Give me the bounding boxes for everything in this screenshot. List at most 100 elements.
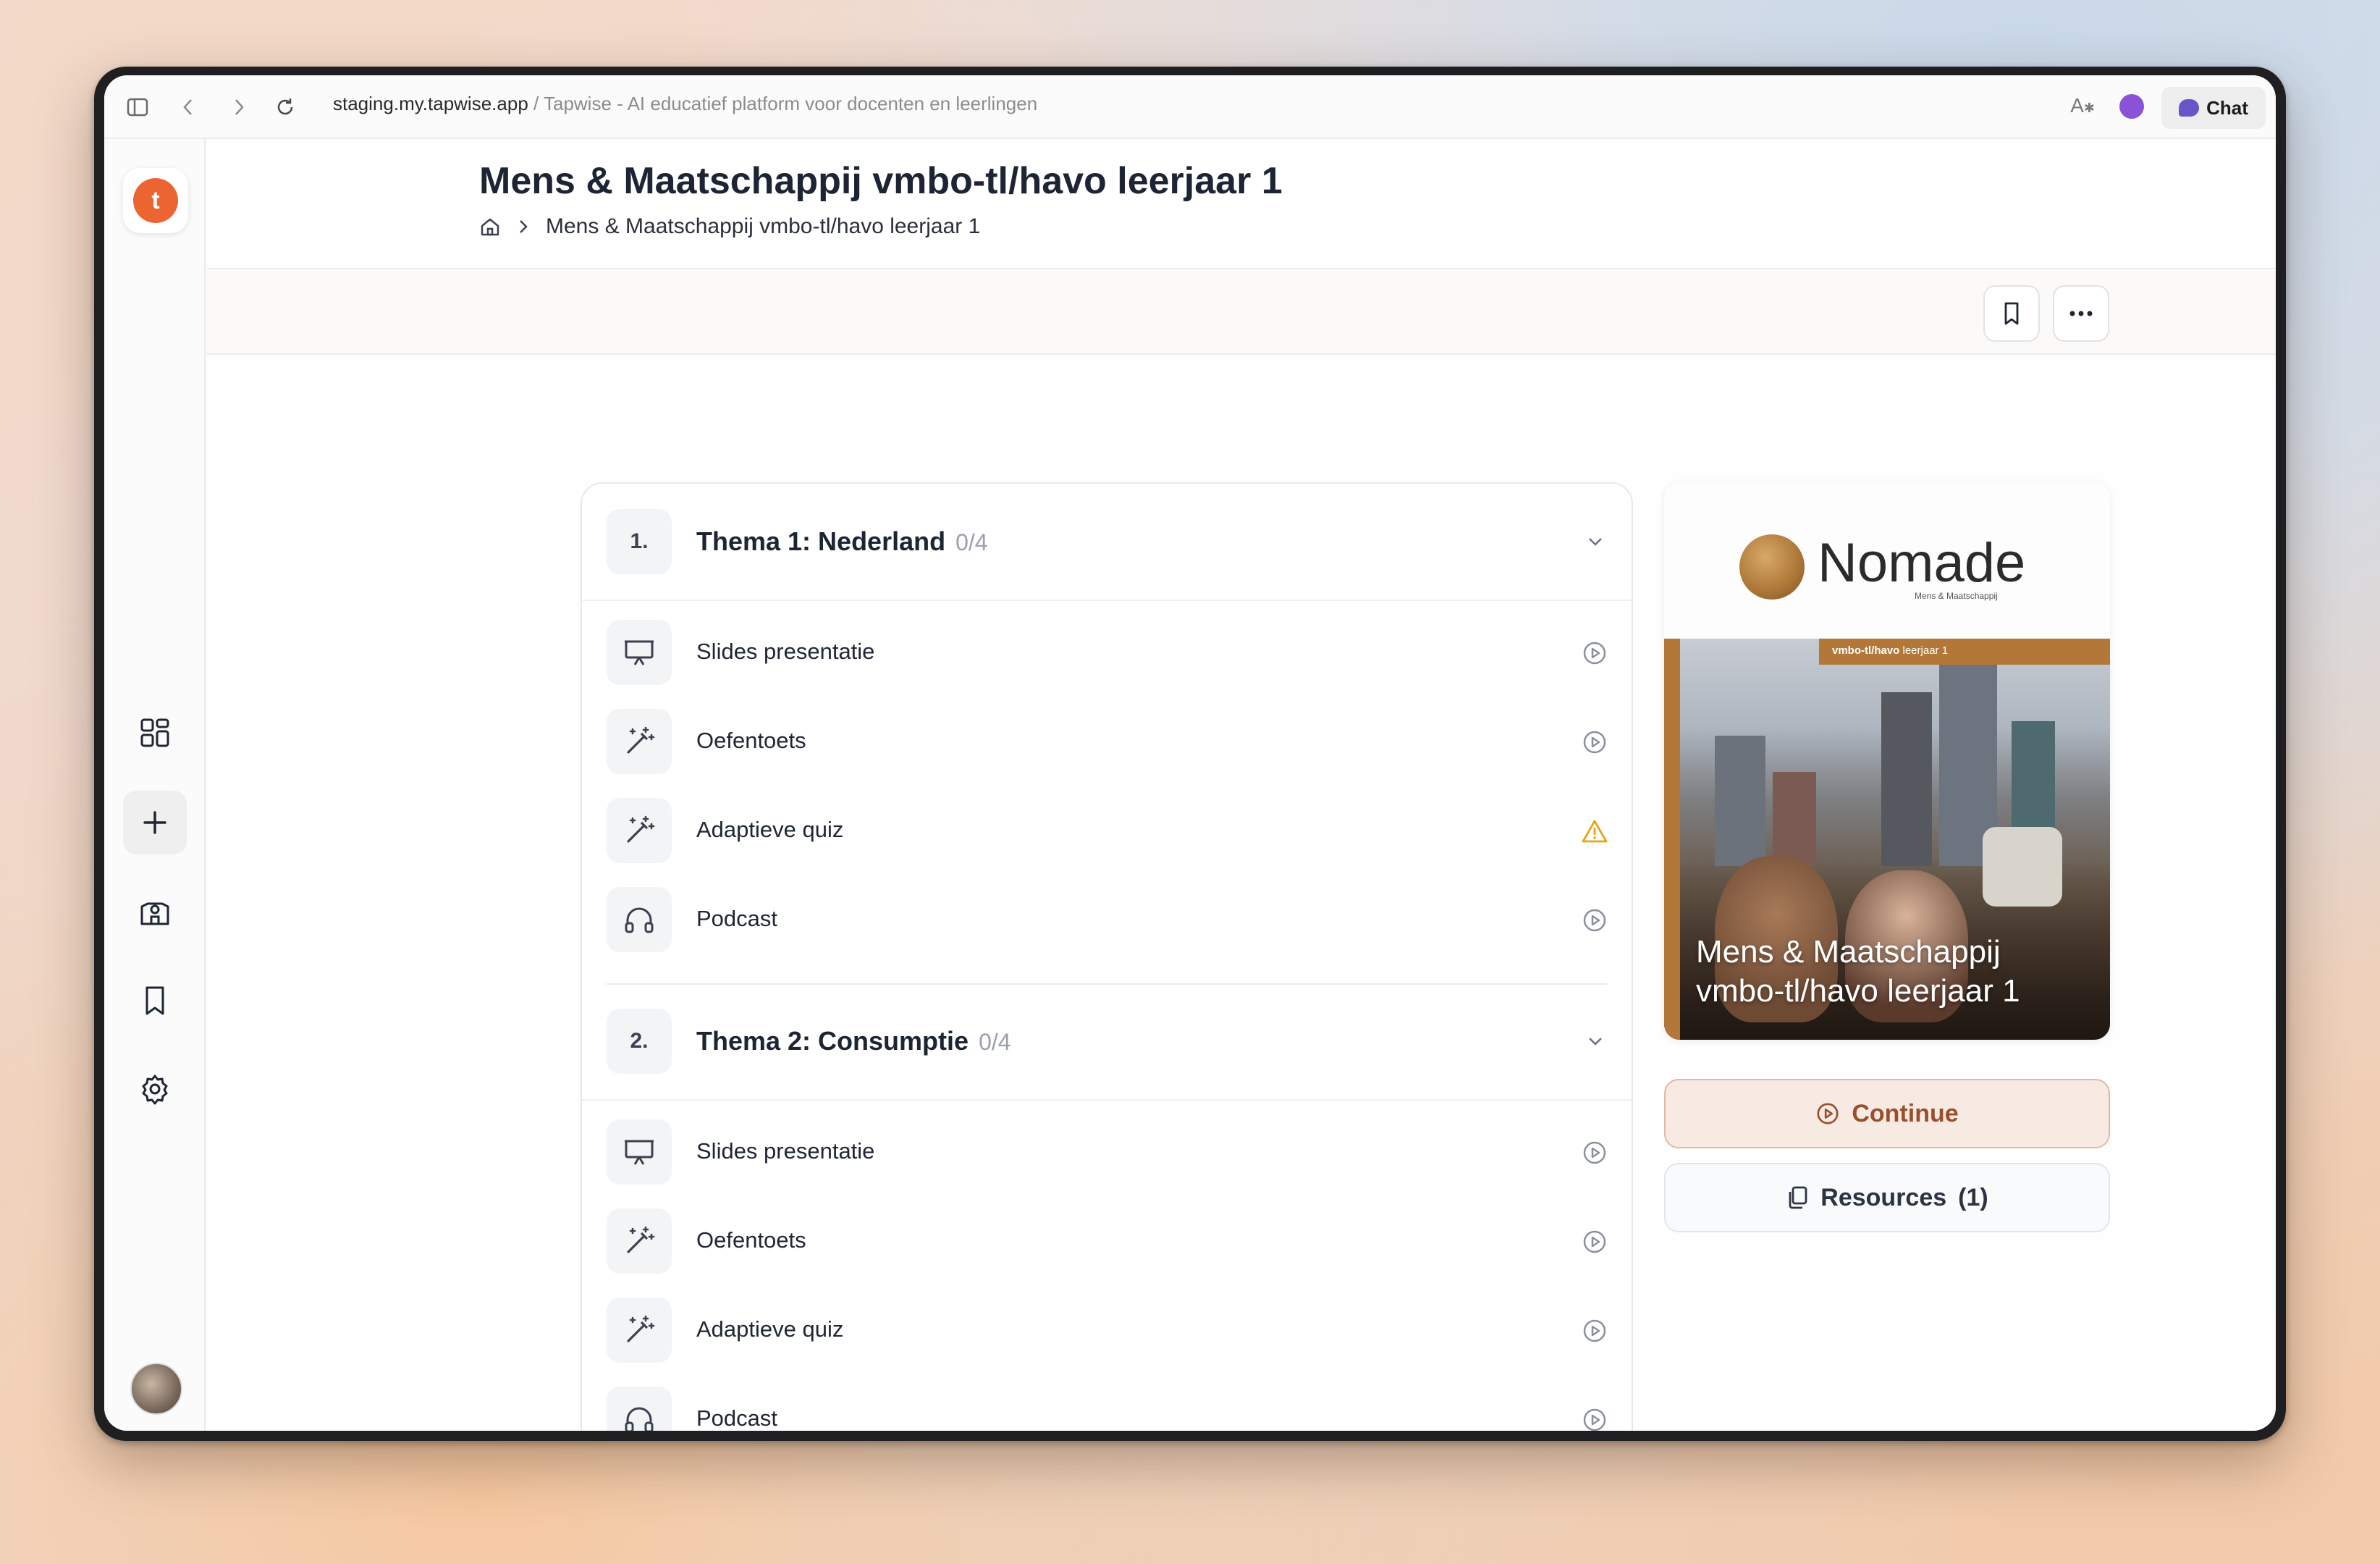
headphones-icon xyxy=(607,1387,672,1431)
chat-bubble-icon xyxy=(2179,99,2200,117)
theme-number: 2. xyxy=(607,1009,672,1074)
forward-icon[interactable] xyxy=(224,93,253,122)
item-label: Podcast xyxy=(696,1405,778,1431)
magic-wand-icon xyxy=(607,1298,672,1363)
url-separator: / xyxy=(528,93,544,114)
url-domain: staging.my.tapwise.app xyxy=(333,93,528,114)
translate-icon[interactable]: A✱ xyxy=(2070,94,2095,117)
item-label: Oefentoets xyxy=(696,728,806,753)
theme-progress: 0/4 xyxy=(979,1029,1011,1055)
browser-toolbar: staging.my.tapwise.app / Tapwise - AI ed… xyxy=(104,75,2276,139)
play-circle-icon[interactable] xyxy=(1581,639,1608,667)
list-item[interactable]: Slides presentatie xyxy=(582,608,1632,697)
address-bar[interactable]: staging.my.tapwise.app / Tapwise - AI ed… xyxy=(333,93,1037,115)
sidebar-toggle-icon[interactable] xyxy=(123,93,152,122)
breadcrumb-current[interactable]: Mens & Maatschappij vmbo-tl/havo leerjaa… xyxy=(546,214,980,239)
play-circle-icon[interactable] xyxy=(1581,1228,1608,1256)
reload-icon[interactable] xyxy=(271,93,300,122)
magic-wand-icon xyxy=(607,709,672,774)
list-item[interactable]: Podcast xyxy=(582,1375,1632,1431)
nav-settings[interactable] xyxy=(123,1057,187,1121)
cover-title: Mens & Maatschappij vmbo-tl/havo leerjaa… xyxy=(1696,934,2020,1009)
screen: staging.my.tapwise.app / Tapwise - AI ed… xyxy=(104,75,2276,1431)
list-item[interactable]: Oefentoets xyxy=(582,697,1632,786)
cover-brand: Nomade xyxy=(1818,532,2026,594)
globe-icon xyxy=(1739,534,1805,600)
chat-button[interactable]: Chat xyxy=(2161,87,2266,129)
theme-number: 1. xyxy=(607,509,672,574)
resources-label: Resources xyxy=(1820,1183,1947,1211)
home-icon[interactable] xyxy=(479,216,501,237)
theme-header[interactable]: 1. Thema 1: Nederland 0/4 xyxy=(582,484,1632,600)
item-label: Slides presentatie xyxy=(696,639,875,664)
user-avatar[interactable] xyxy=(130,1363,182,1415)
breadcrumb: Mens & Maatschappij vmbo-tl/havo leerjaa… xyxy=(479,214,980,239)
page-title: Mens & Maatschappij vmbo-tl/havo leerjaa… xyxy=(479,160,1283,202)
school-icon xyxy=(140,902,169,925)
chevron-down-icon[interactable] xyxy=(1585,534,1605,549)
warning-icon[interactable] xyxy=(1581,817,1608,845)
page-toolbar xyxy=(207,271,2276,355)
page-header: Mens & Maatschappij vmbo-tl/havo leerjaa… xyxy=(207,139,2276,269)
play-circle-icon[interactable] xyxy=(1581,1317,1608,1345)
more-options-button[interactable] xyxy=(2053,285,2109,342)
app-sidebar: t xyxy=(104,139,206,1431)
magic-wand-icon xyxy=(607,1208,672,1274)
grid-icon xyxy=(140,718,169,747)
list-item[interactable]: Oefentoets xyxy=(582,1197,1632,1286)
device-frame: staging.my.tapwise.app / Tapwise - AI ed… xyxy=(94,67,2286,1441)
url-page-title: Tapwise - AI educatief platform voor doc… xyxy=(543,93,1038,114)
nav-create[interactable] xyxy=(123,791,187,854)
gear-icon xyxy=(142,1075,168,1105)
chat-label: Chat xyxy=(2206,96,2248,119)
play-circle-icon[interactable] xyxy=(1581,907,1608,934)
magic-wand-icon xyxy=(607,798,672,863)
list-item[interactable]: Podcast xyxy=(582,875,1632,964)
item-label: Slides presentatie xyxy=(696,1138,875,1164)
item-label: Oefentoets xyxy=(696,1227,806,1253)
main-content: Mens & Maatschappij vmbo-tl/havo leerjaa… xyxy=(207,139,2276,1431)
list-item[interactable]: Adaptieve quiz xyxy=(582,1286,1632,1375)
presentation-icon xyxy=(607,1119,672,1185)
back-icon[interactable] xyxy=(174,93,203,122)
play-circle-icon[interactable] xyxy=(1581,728,1608,756)
book-cover[interactable]: Nomade Mens & Maatschappij vmbo-tl/havo … xyxy=(1664,482,2110,1040)
nav-dashboard[interactable] xyxy=(123,701,187,765)
continue-button[interactable]: Continue xyxy=(1664,1079,2110,1148)
list-item[interactable]: Adaptieve quiz xyxy=(582,786,1632,875)
cover-brand-sub: Mens & Maatschappij xyxy=(1915,591,1998,601)
theme-progress: 0/4 xyxy=(955,529,988,555)
item-label: Podcast xyxy=(696,906,778,931)
copy-icon xyxy=(1789,1186,1807,1209)
tapwise-logo-icon: t xyxy=(133,178,178,223)
play-circle-icon[interactable] xyxy=(1581,1406,1608,1431)
resources-count: (1) xyxy=(1958,1183,1988,1211)
plus-icon xyxy=(143,811,166,834)
continue-label: Continue xyxy=(1852,1099,1959,1127)
cover-spine xyxy=(1664,639,1680,1040)
cover-band: vmbo-tl/havo leerjaar 1 xyxy=(1819,639,2110,665)
extension-icon[interactable] xyxy=(2119,94,2144,119)
chevron-down-icon[interactable] xyxy=(1585,1034,1605,1048)
list-item[interactable]: Slides presentatie xyxy=(582,1108,1632,1197)
headphones-icon xyxy=(607,887,672,952)
divider xyxy=(582,1099,1632,1101)
play-circle-icon xyxy=(1817,1103,1839,1124)
chevron-right-icon xyxy=(520,220,528,233)
item-label: Adaptieve quiz xyxy=(696,1316,844,1342)
bookmark-icon xyxy=(145,986,164,1015)
theme-title: Thema 2: Consumptie 0/4 xyxy=(696,1026,1011,1056)
bookmark-icon xyxy=(2004,302,2019,325)
ellipsis-icon xyxy=(2069,311,2093,316)
theme-title: Thema 1: Nederland 0/4 xyxy=(696,526,988,556)
nav-bookmarks[interactable] xyxy=(123,969,187,1033)
theme-header[interactable]: 2. Thema 2: Consumptie 0/4 xyxy=(582,983,1632,1099)
nav-school[interactable] xyxy=(123,879,187,943)
app-logo[interactable]: t xyxy=(123,168,188,233)
cover-header: Nomade Mens & Maatschappij xyxy=(1664,482,2110,639)
divider xyxy=(582,600,1632,601)
bookmark-button[interactable] xyxy=(1983,285,2040,342)
resources-button[interactable]: Resources (1) xyxy=(1664,1163,2110,1232)
play-circle-icon[interactable] xyxy=(1581,1139,1608,1166)
themes-card: 1. Thema 1: Nederland 0/4 Slides presenta… xyxy=(581,482,1633,1431)
